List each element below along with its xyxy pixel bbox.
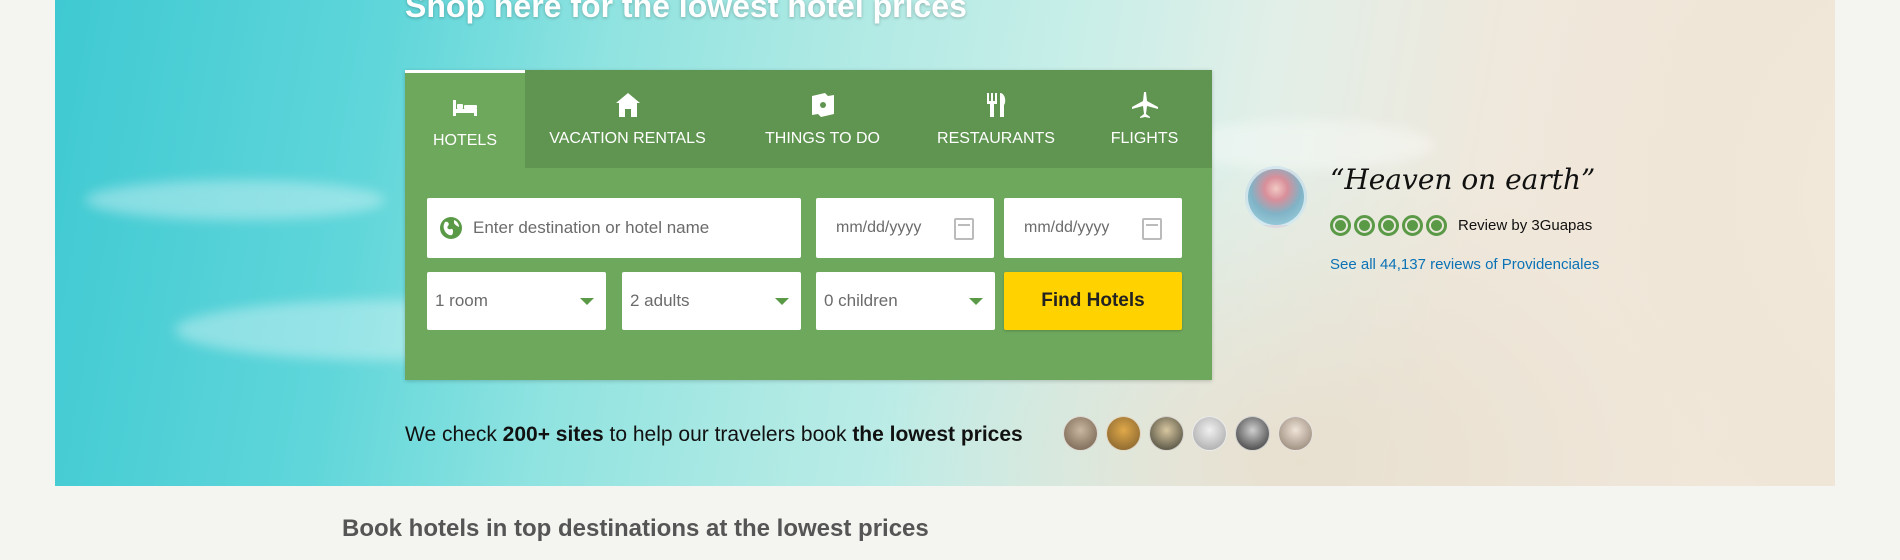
- section-title: Book hotels in top destinations at the l…: [342, 515, 929, 542]
- adults-select[interactable]: 2 adults: [622, 272, 801, 330]
- tab-label: VACATION RENTALS: [549, 130, 706, 147]
- rooms-value: 1 room: [435, 291, 488, 310]
- tab-label: FLIGHTS: [1110, 130, 1179, 147]
- tab-label: HOTELS: [432, 131, 497, 149]
- wave-highlight: [85, 180, 385, 220]
- calendar-icon: [1142, 218, 1162, 240]
- adults-value: 2 adults: [630, 291, 690, 310]
- rating-bubble-icon: [1354, 215, 1375, 236]
- children-value: 0 children: [824, 291, 898, 310]
- checkin-placeholder: mm/dd/yyyy: [836, 219, 922, 236]
- tab-things-to-do[interactable]: THINGS TO DO: [730, 70, 915, 168]
- ticket-icon: [811, 93, 834, 117]
- hero-banner: Shop here for the lowest hotel prices HO…: [55, 0, 1835, 486]
- hero-headline: Shop here for the lowest hotel prices: [405, 0, 967, 24]
- checkout-date-input[interactable]: mm/dd/yyyy: [1004, 198, 1182, 258]
- checkout-placeholder: mm/dd/yyyy: [1024, 219, 1110, 236]
- destination-placeholder: Enter destination or hotel name: [473, 218, 710, 237]
- avatar: [1063, 416, 1098, 451]
- avatar: [1106, 416, 1141, 451]
- calendar-icon: [954, 218, 974, 240]
- tab-label: RESTAURANTS: [937, 130, 1055, 147]
- tagline-emphasis: the lowest prices: [852, 423, 1023, 446]
- tagline-prefix: We check: [405, 423, 503, 446]
- tagline-middle: to help our travelers book: [603, 423, 853, 446]
- traveler-avatars: [1063, 416, 1321, 451]
- fork-knife-icon: [987, 93, 1006, 117]
- chevron-down-icon: [775, 298, 789, 305]
- review-rating: Review by 3Guapas: [1330, 215, 1592, 236]
- avatar: [1192, 416, 1227, 451]
- checkin-date-input[interactable]: mm/dd/yyyy: [816, 198, 994, 258]
- rating-bubble-icon: [1330, 215, 1351, 236]
- tab-label: THINGS TO DO: [765, 130, 880, 147]
- tab-restaurants[interactable]: RESTAURANTS: [915, 70, 1077, 168]
- review-byline: Review by 3Guapas: [1458, 217, 1593, 234]
- find-hotels-button[interactable]: Find Hotels: [1004, 272, 1182, 330]
- see-all-reviews-link[interactable]: See all 44,137 reviews of Providenciales: [1330, 256, 1599, 273]
- review-quote: “Heaven on earth”: [1330, 163, 1596, 196]
- avatar: [1149, 416, 1184, 451]
- avatar: [1278, 416, 1313, 451]
- reviewer-avatar: [1245, 166, 1307, 228]
- tagline-sites: 200+ sites: [502, 423, 604, 446]
- chevron-down-icon: [969, 298, 983, 305]
- tab-hotels[interactable]: HOTELS: [405, 70, 525, 168]
- rating-bubble-icon: [1378, 215, 1399, 236]
- plane-icon: [1131, 92, 1158, 118]
- search-tabs: HOTELS VACATION RENTALS THINGS TO DO RES…: [405, 70, 1212, 168]
- rooms-select[interactable]: 1 room: [427, 272, 606, 330]
- avatar: [1235, 416, 1270, 451]
- rating-bubble-icon: [1426, 215, 1447, 236]
- globe-icon: [440, 217, 462, 239]
- bed-icon: [453, 99, 477, 116]
- chevron-down-icon: [580, 298, 594, 305]
- tab-vacation-rentals[interactable]: VACATION RENTALS: [525, 70, 730, 168]
- rating-bubble-icon: [1402, 215, 1423, 236]
- search-panel: HOTELS VACATION RENTALS THINGS TO DO RES…: [405, 70, 1212, 380]
- price-tagline: We check 200+ sites to help our traveler…: [405, 423, 1023, 447]
- children-select[interactable]: 0 children: [816, 272, 995, 330]
- destination-input[interactable]: Enter destination or hotel name: [427, 198, 801, 258]
- tab-flights[interactable]: FLIGHTS: [1077, 70, 1212, 168]
- house-icon: [615, 93, 640, 117]
